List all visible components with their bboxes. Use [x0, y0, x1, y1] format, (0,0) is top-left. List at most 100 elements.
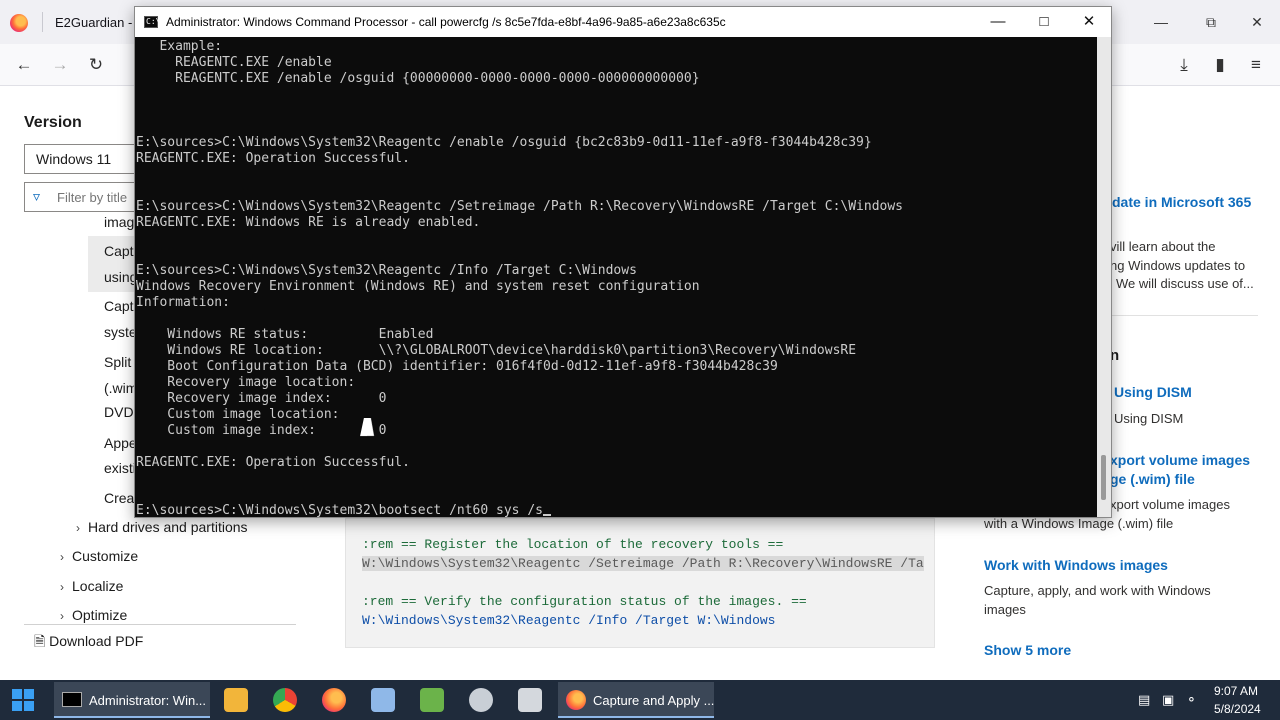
- toc-item-label: Optimize: [72, 607, 128, 623]
- console-output[interactable]: Example: REAGENTC.EXE /enable REAGENTC.E…: [135, 37, 1097, 517]
- toc-item-fragment[interactable]: (.wim: [104, 380, 137, 396]
- code-block: :rem == Register the location of the rec…: [345, 518, 935, 648]
- rail-link-work-with-images[interactable]: Work with Windows images: [984, 557, 1168, 573]
- firefox-icon: [566, 690, 586, 710]
- taskbar-item-cmd[interactable]: Administrator: Win...: [54, 682, 210, 718]
- chevron-right-icon: ›: [60, 609, 64, 623]
- cmd-titlebar[interactable]: C:\ Administrator: Windows Command Proce…: [135, 7, 1111, 37]
- code-line: W:\Windows\System32\Reagentc /Info /Targ…: [362, 613, 776, 628]
- chevron-right-icon: ›: [60, 550, 64, 564]
- calculator-icon[interactable]: [518, 688, 542, 712]
- start-button[interactable]: [12, 689, 34, 711]
- taskbar: Administrator: Win... Capture and Apply …: [0, 680, 1280, 720]
- console-input-line[interactable]: E:\sources>C:\Windows\System32\bootsect …: [136, 503, 551, 517]
- file-explorer-icon[interactable]: [224, 688, 248, 712]
- filter-icon: ▿: [33, 188, 41, 204]
- rail-link-export-volume[interactable]: ge (.wim) file: [1110, 471, 1195, 487]
- console-line: Recovery image location:: [136, 375, 356, 390]
- console-command: E:\sources>C:\Windows\System32\bootsect …: [136, 503, 543, 517]
- rail-link-export-volume[interactable]: xport volume images: [1110, 452, 1250, 468]
- download-icon[interactable]: ⤓: [1170, 52, 1198, 78]
- firefox-icon[interactable]: [322, 688, 346, 712]
- console-line: REAGENTC.EXE: Operation Successful.: [136, 455, 410, 470]
- toc-item-optimize[interactable]: › Optimize: [60, 607, 127, 623]
- color-app-icon[interactable]: ▣: [1162, 692, 1174, 708]
- rail-link-microsoft-365[interactable]: date in Microsoft 365: [1112, 194, 1251, 210]
- rail-text: ng Windows updates to: [1110, 258, 1246, 273]
- chevron-right-icon: ›: [76, 521, 80, 535]
- chrome-icon[interactable]: [273, 688, 297, 712]
- browser-tab-title[interactable]: E2Guardian - A: [55, 15, 144, 30]
- notepad-icon[interactable]: [371, 688, 395, 712]
- console-line: REAGENTC.EXE /enable: [136, 55, 332, 70]
- console-line: E:\sources>C:\Windows\System32\Reagentc …: [136, 135, 872, 150]
- toc-item-localize[interactable]: › Localize: [60, 578, 123, 594]
- chevron-right-icon: ›: [60, 580, 64, 594]
- maximize-icon[interactable]: □: [1021, 10, 1067, 34]
- console-line: REAGENTC.EXE /enable /osguid {00000000-0…: [136, 71, 700, 86]
- console-line: Example:: [136, 39, 223, 54]
- toc-item-hard-drives[interactable]: › Hard drives and partitions: [76, 519, 248, 535]
- back-icon[interactable]: ←: [10, 52, 38, 78]
- rail-text: vill learn about the: [1110, 239, 1216, 254]
- forward-icon[interactable]: →: [46, 52, 74, 78]
- toc-item-fragment[interactable]: syste: [104, 324, 137, 340]
- rail-text: xport volume images: [1110, 497, 1230, 512]
- taskbar-item-label: Capture and Apply ...: [593, 693, 715, 708]
- console-line: Custom image location:: [136, 407, 340, 422]
- taskbar-item-browser[interactable]: Capture and Apply ...: [558, 682, 714, 718]
- download-pdf-label: Download PDF: [49, 633, 144, 649]
- menu-icon[interactable]: ≡: [1242, 52, 1270, 78]
- console-line: Boot Configuration Data (BCD) identifier…: [136, 359, 778, 374]
- console-line: E:\sources>C:\Windows\System32\Reagentc …: [136, 199, 904, 214]
- filter-placeholder: Filter by title: [57, 190, 128, 205]
- clock-date[interactable]: 5/8/2024: [1214, 702, 1261, 716]
- extensions-icon[interactable]: ▮: [1206, 52, 1234, 78]
- close-icon[interactable]: ✕: [1242, 10, 1272, 34]
- clock-time[interactable]: 9:07 AM: [1214, 684, 1258, 698]
- console-line: Recovery image index: 0: [136, 391, 387, 406]
- network-icon[interactable]: ▤: [1138, 692, 1150, 708]
- tab-separator: [42, 12, 43, 32]
- show-more-link[interactable]: Show 5 more: [984, 642, 1071, 658]
- toc-item-label: Hard drives and partitions: [88, 519, 248, 535]
- restore-icon[interactable]: ⧉: [1196, 10, 1226, 34]
- console-line: Windows Recovery Environment (Windows RE…: [136, 279, 700, 294]
- pdf-icon: 🗎: [34, 633, 46, 649]
- console-line: E:\sources>C:\Windows\System32\Reagentc …: [136, 263, 637, 278]
- network-tool-icon[interactable]: [469, 688, 493, 712]
- code-line: :rem == Register the location of the rec…: [362, 537, 784, 552]
- rail-link-using-dism[interactable]: Using DISM: [1114, 384, 1192, 400]
- toc-item-customize[interactable]: › Customize: [60, 548, 138, 564]
- code-line-highlighted: W:\Windows\System32\Reagentc /Setreimage…: [362, 556, 924, 571]
- toc-item-fragment[interactable]: existi: [104, 460, 136, 476]
- toc-item-label: Customize: [72, 548, 139, 564]
- console-line: REAGENTC.EXE: Windows RE is already enab…: [136, 215, 481, 230]
- text-caret: [543, 514, 551, 516]
- console-line: Custom image index: 0: [136, 423, 387, 438]
- download-pdf-link[interactable]: 🗎 Download PDF: [34, 631, 143, 655]
- cmd-window-title: Administrator: Windows Command Processor…: [166, 15, 726, 29]
- rail-divider: [1110, 315, 1258, 316]
- console-line: Information:: [136, 295, 230, 310]
- reload-icon[interactable]: ↻: [82, 52, 110, 78]
- rail-text: We will discuss use of...: [1116, 276, 1254, 291]
- editor-icon[interactable]: [420, 688, 444, 712]
- toc-item-fragment[interactable]: Split: [104, 354, 131, 370]
- cmd-scrollbar-thumb[interactable]: [1101, 455, 1106, 500]
- rail-text: Capture, apply, and work with Windows: [984, 583, 1211, 598]
- cmd-prompt-icon: [62, 692, 82, 707]
- cmd-scrollbar[interactable]: [1097, 37, 1111, 517]
- toc-item-fragment[interactable]: using: [104, 269, 137, 285]
- toc-item-fragment[interactable]: Appe: [104, 435, 137, 451]
- taskbar-item-label: Administrator: Win...: [89, 693, 207, 708]
- toc-divider: [24, 624, 296, 625]
- firefox-logo-icon[interactable]: [10, 14, 28, 32]
- code-line: :rem == Verify the configuration status …: [362, 594, 807, 609]
- toc-item-fragment[interactable]: imag: [104, 214, 134, 230]
- cmd-window[interactable]: C:\ Administrator: Windows Command Proce…: [134, 6, 1112, 518]
- minimize-icon[interactable]: —: [975, 10, 1021, 34]
- minimize-icon[interactable]: —: [1146, 10, 1176, 34]
- volume-muted-icon[interactable]: ⚬: [1186, 692, 1197, 708]
- close-icon[interactable]: ✕: [1066, 10, 1112, 34]
